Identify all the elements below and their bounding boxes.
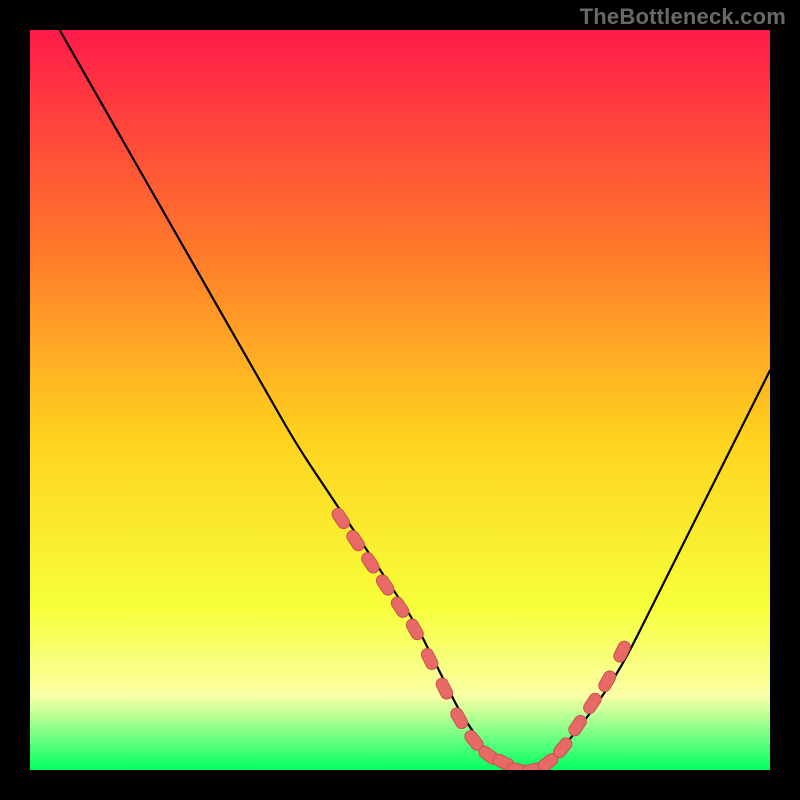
watermark-text: TheBottleneck.com	[580, 4, 786, 30]
chart-stage: TheBottleneck.com	[0, 0, 800, 800]
plot-area	[30, 30, 770, 770]
bottleneck-chart	[30, 30, 770, 770]
gradient-background	[30, 30, 770, 770]
